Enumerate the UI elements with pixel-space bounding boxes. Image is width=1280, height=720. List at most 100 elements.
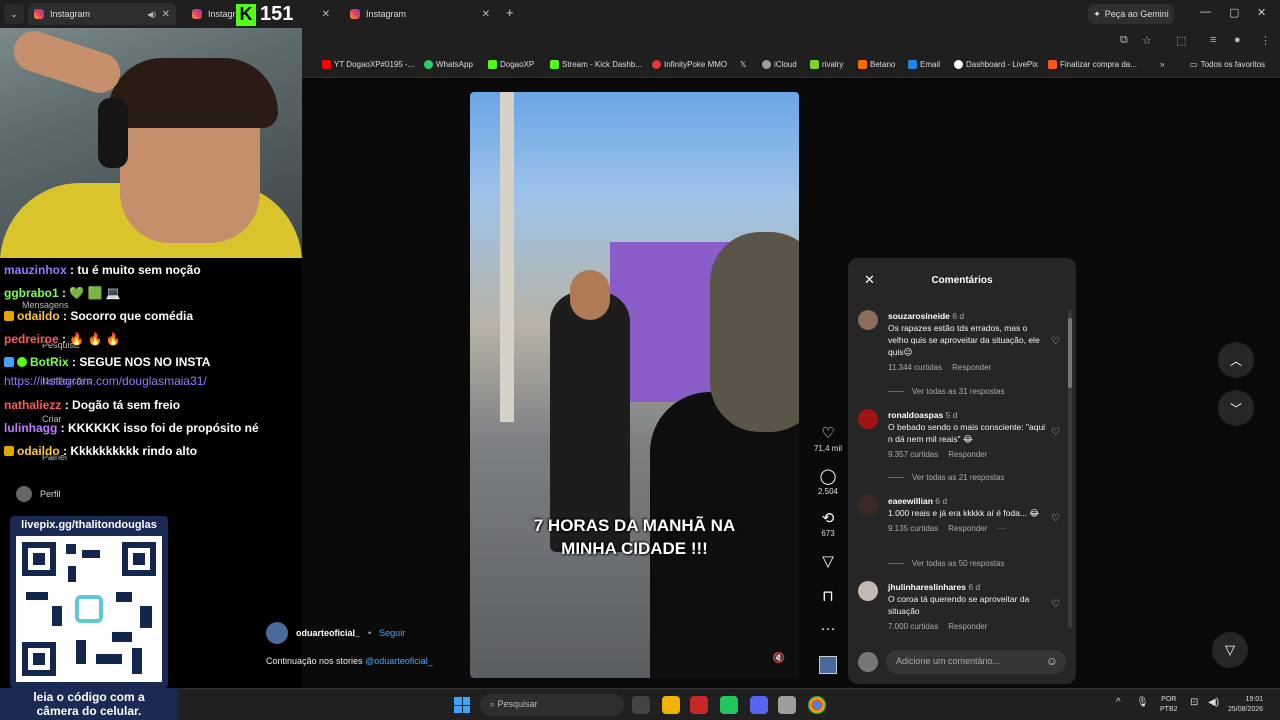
bookmark-kick-dashboard[interactable]: Stream - Kick Dashb...: [550, 60, 642, 69]
qr-finder: [22, 642, 56, 676]
install-app-icon[interactable]: ⧉: [1120, 34, 1128, 47]
next-reel-button[interactable]: ﹀: [1218, 390, 1254, 426]
qr-finder: [22, 542, 56, 576]
bookmark-youtube[interactable]: YT DogaoXP#0195 -...: [322, 60, 414, 69]
livepix-qr-box: livepix.gg/thalitondouglas: [10, 516, 168, 688]
bookmark-icloud[interactable]: iCloud: [762, 60, 797, 69]
bookmark-infinitypoke[interactable]: InfinityPoke MMO: [652, 60, 727, 69]
more-options-button[interactable]: ···: [812, 620, 844, 637]
comment-more-icon[interactable]: ···: [997, 524, 1005, 533]
discord-icon[interactable]: [750, 696, 768, 714]
follow-button[interactable]: Seguir: [379, 628, 405, 638]
comment-button[interactable]: ◯ 2.504: [812, 467, 844, 496]
bookmark-finalizar-compra[interactable]: Finalizar compra da...: [1048, 60, 1137, 69]
avatar[interactable]: [266, 622, 288, 644]
view-replies-button[interactable]: Ver todas as 21 respostas: [888, 473, 1005, 482]
bookmarks-overflow-icon[interactable]: »: [1160, 60, 1164, 69]
maximize-icon[interactable]: ▢: [1229, 6, 1239, 19]
network-icon[interactable]: ⊡: [1190, 698, 1198, 708]
qr-code: [16, 536, 162, 682]
extensions-icon[interactable]: ⬚: [1176, 34, 1186, 47]
speaker-icon[interactable]: ◀): [147, 10, 156, 19]
chrome-icon[interactable]: [808, 696, 826, 714]
app-red-icon[interactable]: [690, 696, 708, 714]
close-window-icon[interactable]: ✕: [1257, 6, 1266, 19]
avatar[interactable]: [858, 581, 878, 601]
comment-username[interactable]: souzarosineide: [888, 311, 950, 321]
separator-dot: •: [368, 628, 372, 638]
windows-start-icon[interactable]: [454, 697, 470, 713]
tab-instagram-3[interactable]: Instagram ✕: [344, 3, 496, 25]
save-button[interactable]: ⊓: [812, 587, 844, 605]
time: 19:01: [1245, 696, 1264, 703]
previous-reel-button[interactable]: ︿: [1218, 342, 1254, 378]
keyboard-layout[interactable]: POR PTB2: [1160, 695, 1178, 715]
bookmark-betano[interactable]: Betano: [858, 60, 895, 69]
calculator-icon[interactable]: [778, 696, 796, 714]
heart-icon[interactable]: ♡: [1051, 427, 1060, 438]
all-favorites[interactable]: ▭ Todos os favoritos: [1190, 60, 1265, 69]
bookmark-star-icon[interactable]: ☆: [1142, 34, 1152, 47]
share-button[interactable]: ▽: [812, 552, 844, 570]
heart-icon[interactable]: ♡: [1051, 336, 1060, 347]
bookmark-dogaoxp[interactable]: DogaoXP: [488, 60, 534, 69]
avatar[interactable]: [858, 310, 878, 330]
new-tab-icon[interactable]: +: [506, 5, 514, 20]
like-button[interactable]: ♡ 71,4 mil: [812, 424, 844, 453]
gemini-button[interactable]: ✦ Peça ao Gemini: [1088, 4, 1174, 24]
avatar[interactable]: [858, 409, 878, 429]
comments-scrollbar[interactable]: [1068, 310, 1072, 628]
reply-button[interactable]: Responder: [952, 363, 991, 372]
task-view-icon[interactable]: [632, 696, 650, 714]
repost-button[interactable]: ⟲ 673: [812, 509, 844, 538]
bookmark-rivalry[interactable]: rivalry: [810, 60, 843, 69]
more-menu-icon[interactable]: ⋮: [1260, 34, 1271, 47]
tray-chevron-up-icon[interactable]: ^: [1116, 698, 1121, 708]
webcam-overlay: [0, 28, 302, 258]
reel-video[interactable]: 7 HORAS DA MANHÃ NA MINHA CIDADE !!! 🔇: [470, 92, 799, 678]
tab-instagram-1[interactable]: Instagram ◀) ✕: [28, 3, 176, 25]
livepix-icon: [954, 60, 963, 69]
heart-icon: ♡: [821, 425, 835, 442]
audio-thumb[interactable]: [812, 656, 844, 679]
minimize-icon[interactable]: —: [1200, 6, 1211, 18]
bookmark-x[interactable]: 𝕏: [740, 60, 746, 69]
heart-icon[interactable]: ♡: [1051, 599, 1060, 610]
profile-avatar-icon[interactable]: ●: [1234, 34, 1241, 46]
close-tab-icon[interactable]: ✕: [482, 9, 490, 20]
bookmark-livepix[interactable]: Dashboard - LivePix: [954, 60, 1038, 69]
sidebar-item-perfil[interactable]: Perfil: [16, 486, 61, 502]
emoji-icon[interactable]: ☺: [1046, 654, 1058, 668]
gemini-label: Peça ao Gemini: [1104, 9, 1169, 19]
comment-username[interactable]: ronaldoaspas: [888, 410, 943, 420]
tab-search-button[interactable]: ⌄: [4, 4, 24, 24]
poster-name[interactable]: oduarteoficial_: [296, 628, 360, 638]
microphone-icon[interactable]: 🎙: [1136, 698, 1149, 708]
media-control-icon[interactable]: ≡: [1210, 34, 1216, 46]
reply-button[interactable]: Responder: [948, 450, 987, 459]
view-replies-button[interactable]: Ver todas as 50 respostas: [888, 559, 1005, 568]
video-person-head: [570, 270, 610, 320]
scrollbar-thumb[interactable]: [1068, 318, 1072, 388]
messages-button[interactable]: ▽: [1212, 632, 1248, 668]
heart-icon[interactable]: ♡: [1051, 513, 1060, 524]
app-green-icon[interactable]: [720, 696, 738, 714]
view-replies-button[interactable]: Ver todas as 31 respostas: [888, 387, 1005, 396]
chat-link[interactable]: https://instagram.com/douglasmaia31/: [4, 374, 207, 388]
close-tab-icon[interactable]: ✕: [322, 9, 330, 20]
reply-button[interactable]: Responder: [948, 622, 987, 631]
post-mention-link[interactable]: @oduarteoficial_: [365, 656, 433, 666]
taskbar-search[interactable]: ⌕ Pesquisar: [480, 694, 624, 716]
comment-input[interactable]: Adicione um comentário...: [886, 650, 1066, 674]
mute-icon[interactable]: 🔇: [773, 653, 785, 664]
comment-username[interactable]: jhulinhareslinhares: [888, 582, 966, 592]
file-explorer-icon[interactable]: [662, 696, 680, 714]
comment-username[interactable]: eaeewillian: [888, 496, 933, 506]
close-tab-icon[interactable]: ✕: [162, 9, 170, 20]
bookmark-whatsapp[interactable]: WhatsApp: [424, 60, 473, 69]
clock[interactable]: 19:01 25/08/2026: [1228, 695, 1263, 715]
bookmark-email[interactable]: Email: [908, 60, 940, 69]
volume-icon[interactable]: ◀): [1208, 698, 1219, 708]
reply-button[interactable]: Responder: [948, 524, 987, 533]
avatar[interactable]: [858, 495, 878, 515]
